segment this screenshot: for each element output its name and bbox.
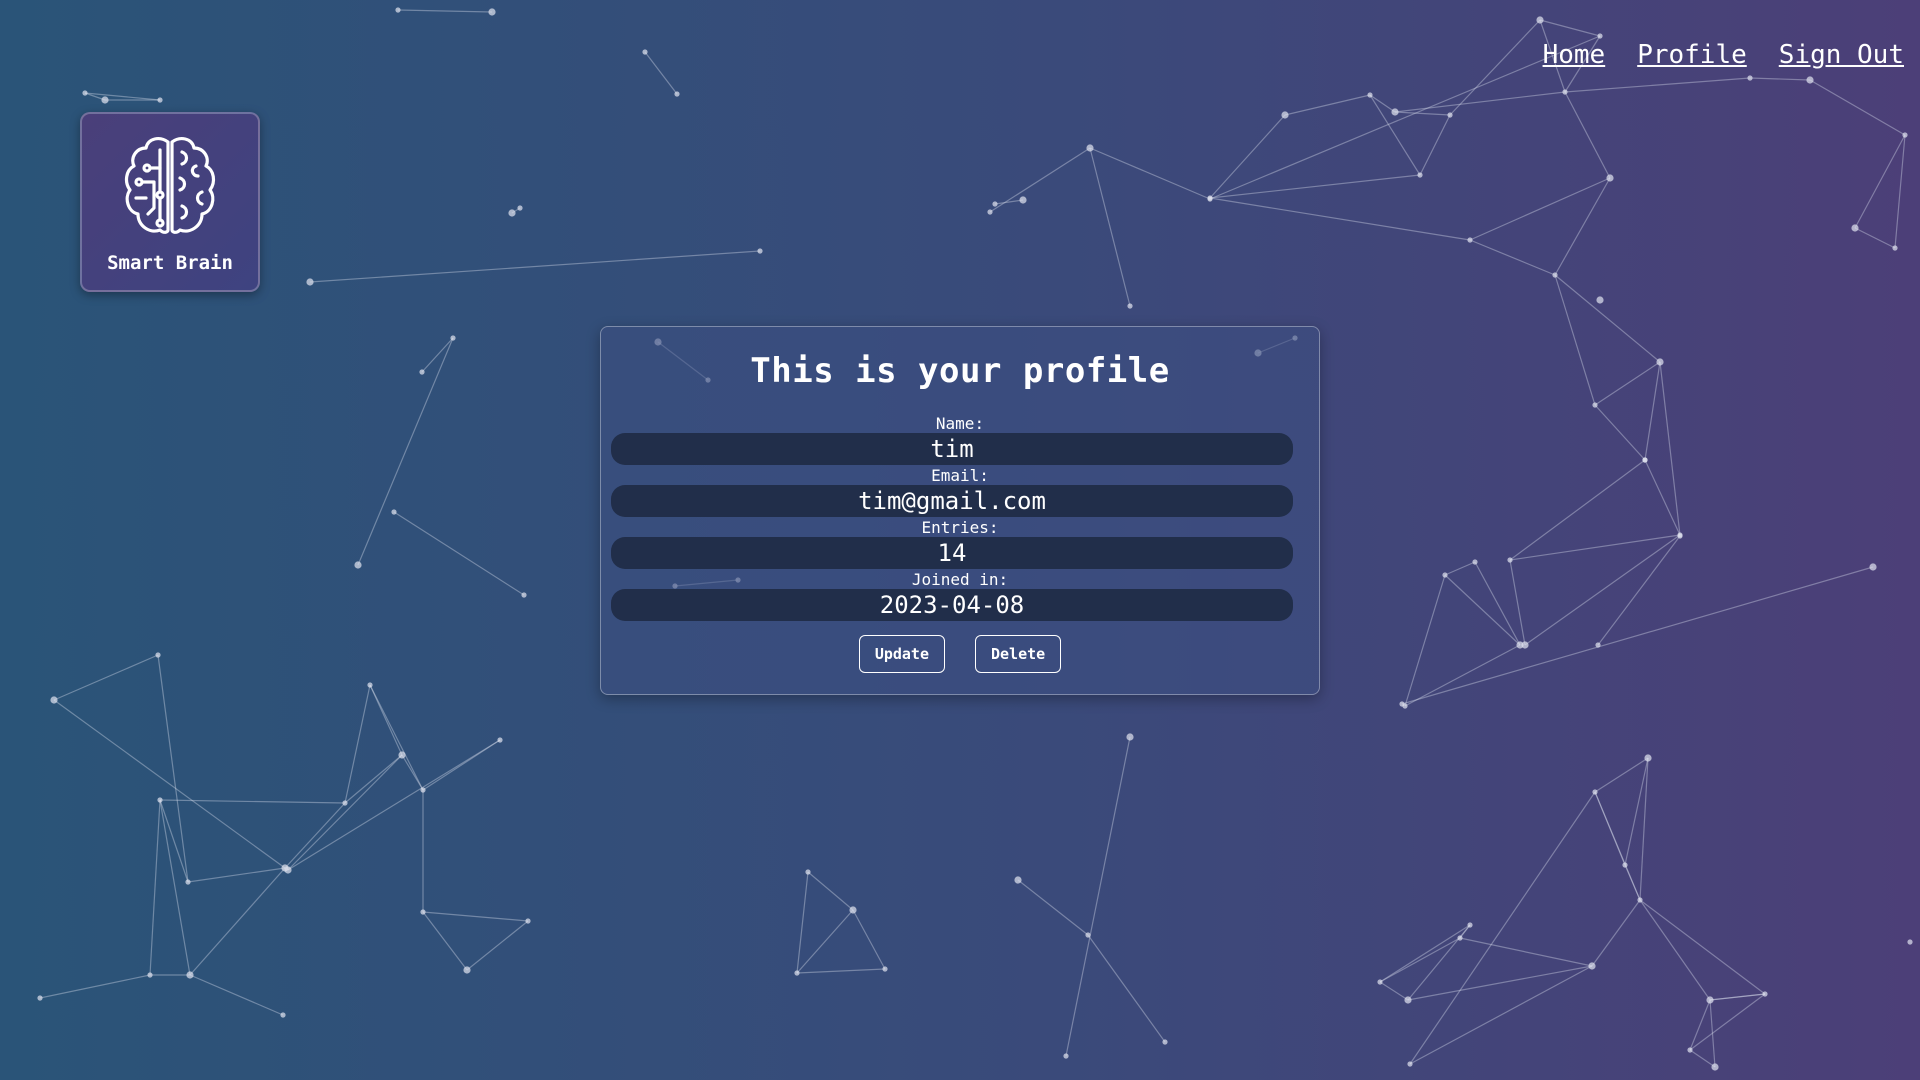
nav-home-link[interactable]: Home bbox=[1543, 40, 1606, 70]
update-button[interactable]: Update bbox=[858, 635, 945, 673]
logo-text: Smart Brain bbox=[107, 252, 233, 274]
delete-button[interactable]: Delete bbox=[975, 635, 1062, 673]
top-nav: Home Profile Sign Out bbox=[1543, 40, 1904, 70]
nav-signout-link[interactable]: Sign Out bbox=[1779, 40, 1904, 70]
joined-label: Joined in: bbox=[911, 570, 1009, 589]
email-value: tim@gmail.com bbox=[611, 485, 1293, 517]
name-value: tim bbox=[611, 433, 1293, 465]
name-label: Name: bbox=[935, 414, 985, 433]
nav-profile-link[interactable]: Profile bbox=[1637, 40, 1747, 70]
entries-value: 14 bbox=[611, 537, 1293, 569]
profile-card: This is your profile Name: tim Email: ti… bbox=[600, 326, 1320, 695]
joined-value: 2023-04-08 bbox=[611, 589, 1293, 621]
logo-card[interactable]: Smart Brain bbox=[80, 112, 260, 292]
email-label: Email: bbox=[931, 466, 989, 485]
profile-actions: Update Delete bbox=[611, 635, 1293, 673]
entries-label: Entries: bbox=[921, 518, 999, 537]
brain-icon bbox=[120, 134, 220, 242]
profile-title: This is your profile bbox=[750, 351, 1170, 391]
